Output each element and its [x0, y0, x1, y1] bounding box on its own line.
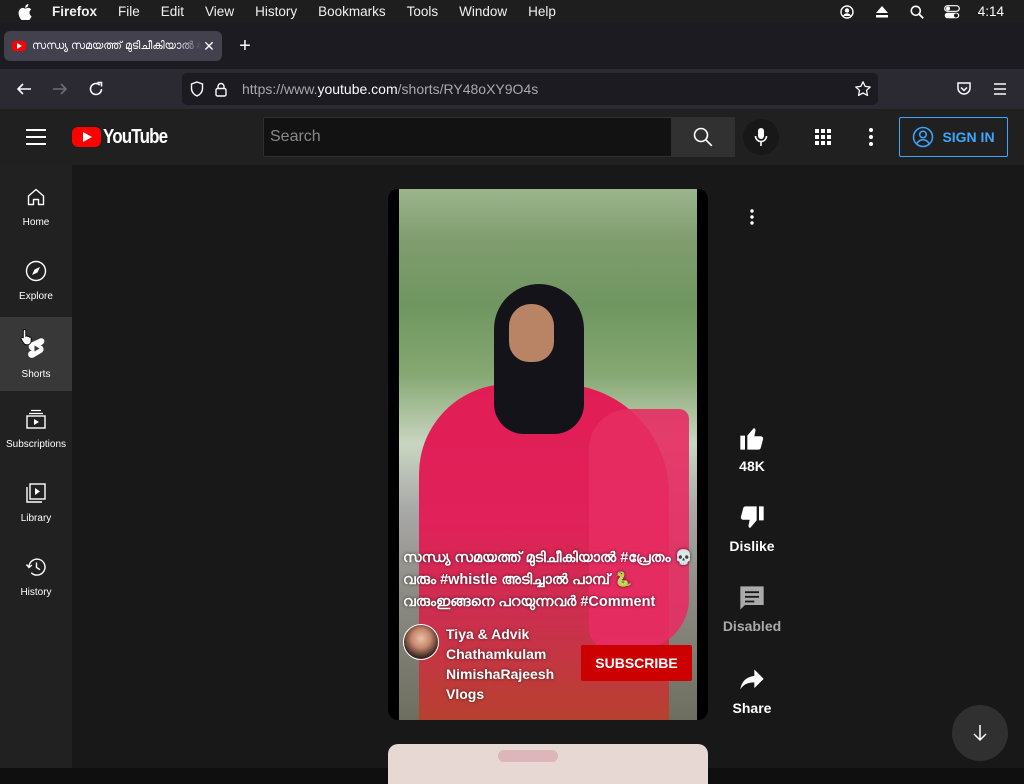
subscribe-button[interactable]: SUBSCRIBE — [581, 645, 692, 681]
library-icon — [24, 481, 48, 505]
next-video-button[interactable] — [952, 705, 1008, 761]
arrow-down-icon — [973, 725, 987, 742]
like-button[interactable]: 48K — [722, 420, 782, 474]
url-text[interactable]: https://www.youtube.com/shorts/RY48oXY9O… — [242, 81, 538, 97]
youtube-logo-text: YouTube — [103, 125, 168, 148]
sidebar-label-explore: Explore — [19, 291, 53, 302]
control-center-icon[interactable] — [943, 4, 961, 20]
sign-in-button[interactable]: SIGN IN — [899, 117, 1008, 157]
macos-menu-bar: Firefox File Edit View History Bookmarks… — [0, 0, 1024, 23]
youtube-play-logo-icon — [72, 127, 101, 147]
like-count: 48K — [739, 458, 765, 474]
browser-toolbar: https://www.youtube.com/shorts/RY48oXY9O… — [0, 69, 1024, 109]
user-account-icon[interactable] — [838, 4, 856, 20]
search-icon — [693, 127, 713, 147]
share-label: Share — [732, 700, 772, 716]
share-arrow-icon — [734, 662, 770, 698]
spotlight-search-icon[interactable] — [908, 4, 926, 20]
settings-more-vertical-icon[interactable] — [859, 125, 883, 149]
sidebar-item-home[interactable]: Home — [0, 165, 72, 239]
url-prefix: https://www. — [242, 81, 318, 97]
next-short-preview[interactable] — [388, 744, 708, 784]
menu-app-firefox[interactable]: Firefox — [52, 4, 97, 19]
share-button[interactable]: Share — [722, 662, 782, 716]
browser-tab-active[interactable]: സന്ധ്യ സമയത്ത് മുടിചീകിയാൽ #പ്രേതം ✕ — [4, 31, 222, 61]
channel-name[interactable]: Tiya & Advik Chathamkulam NimishaRajeesh… — [446, 624, 556, 704]
new-tab-button[interactable]: + — [234, 35, 256, 57]
menu-help[interactable]: Help — [528, 4, 556, 19]
history-icon — [24, 555, 48, 579]
comments-label: Disabled — [722, 618, 782, 634]
compass-icon — [24, 259, 48, 283]
tracking-protection-shield-icon[interactable] — [188, 80, 206, 98]
lock-icon[interactable] — [212, 80, 230, 98]
menu-bookmarks[interactable]: Bookmarks — [318, 4, 386, 19]
sidebar-label-home: Home — [22, 217, 50, 228]
sidebar-item-library[interactable]: Library — [0, 461, 72, 535]
shorts-video-player[interactable]: സന്ധ്യ സമയത്ത് മുടിചീകിയാൽ #പ്രേതം 💀 വരു… — [388, 189, 708, 720]
menu-tools[interactable]: Tools — [407, 4, 439, 19]
dislike-button[interactable]: Dislike — [722, 500, 782, 554]
thumbs-down-icon — [734, 500, 770, 536]
search-input[interactable] — [263, 117, 672, 157]
app-menu-icon[interactable] — [988, 77, 1012, 101]
comments-button[interactable]: Disabled — [722, 580, 782, 634]
tab-title: സന്ധ്യ സമയത്ത് മുടിചീകിയാൽ #പ്രേതം — [32, 39, 202, 52]
home-icon — [24, 185, 48, 209]
microphone-icon — [754, 128, 768, 146]
reload-icon[interactable] — [84, 77, 108, 101]
sign-in-label: SIGN IN — [942, 129, 995, 145]
menu-file[interactable]: File — [118, 4, 140, 19]
menu-history[interactable]: History — [255, 4, 297, 19]
back-arrow-icon[interactable] — [12, 77, 36, 101]
channel-avatar[interactable] — [403, 624, 439, 660]
address-bar[interactable]: https://www.youtube.com/shorts/RY48oXY9O… — [182, 73, 878, 105]
sidebar-item-shorts[interactable]: Shorts — [0, 317, 72, 391]
url-host: youtube.com — [317, 81, 398, 97]
browser-tab-strip: സന്ധ്യ സമയത്ത് മുടിചീകിയാൽ #പ്രേതം ✕ + — [0, 23, 1024, 69]
guide-menu-icon[interactable] — [24, 126, 48, 148]
apple-icon[interactable] — [18, 3, 38, 20]
search-button[interactable] — [671, 117, 735, 157]
video-more-options-icon[interactable] — [740, 205, 764, 229]
video-person-face — [509, 304, 554, 362]
url-path: /shorts/RY48oXY9O4s — [397, 81, 539, 97]
video-caption[interactable]: സന്ധ്യ സമയത്ത് മുടിചീകിയാൽ #പ്രേതം 💀 വരു… — [403, 547, 693, 613]
bookmark-star-icon[interactable] — [854, 80, 872, 98]
dislike-label: Dislike — [729, 538, 775, 554]
sidebar-label-shorts: Shorts — [21, 369, 51, 380]
mouse-pointer-icon — [20, 329, 32, 346]
menu-edit[interactable]: Edit — [161, 4, 184, 19]
guide-mini-sidebar: Home Explore Shorts Subscriptions Librar… — [0, 165, 72, 768]
youtube-header: YouTube SIGN IN — [0, 109, 1024, 165]
thumbs-up-icon — [734, 420, 770, 456]
subscriptions-icon — [24, 407, 48, 431]
video-dupatta — [589, 409, 689, 649]
account-circle-icon — [913, 126, 934, 148]
sidebar-label-library: Library — [20, 513, 52, 524]
comment-icon — [734, 580, 770, 616]
sidebar-item-history[interactable]: History — [0, 535, 72, 609]
pocket-icon[interactable] — [952, 77, 976, 101]
menu-bar-clock[interactable]: 4:14 — [978, 4, 1004, 19]
youtube-favicon-icon — [12, 41, 26, 51]
forward-arrow-icon[interactable] — [48, 77, 72, 101]
youtube-logo[interactable]: YouTube — [72, 126, 179, 148]
sidebar-item-explore[interactable]: Explore — [0, 239, 72, 313]
sidebar-label-subscriptions: Subscriptions — [5, 439, 67, 450]
sidebar-label-history: History — [20, 587, 52, 598]
menu-view[interactable]: View — [205, 4, 234, 19]
eject-icon[interactable] — [873, 4, 891, 20]
sidebar-item-subscriptions[interactable]: Subscriptions — [0, 387, 72, 461]
voice-search-button[interactable] — [743, 119, 779, 155]
youtube-apps-grid-icon[interactable] — [811, 125, 835, 149]
menu-window[interactable]: Window — [459, 4, 507, 19]
tab-close-icon[interactable]: ✕ — [202, 38, 216, 55]
